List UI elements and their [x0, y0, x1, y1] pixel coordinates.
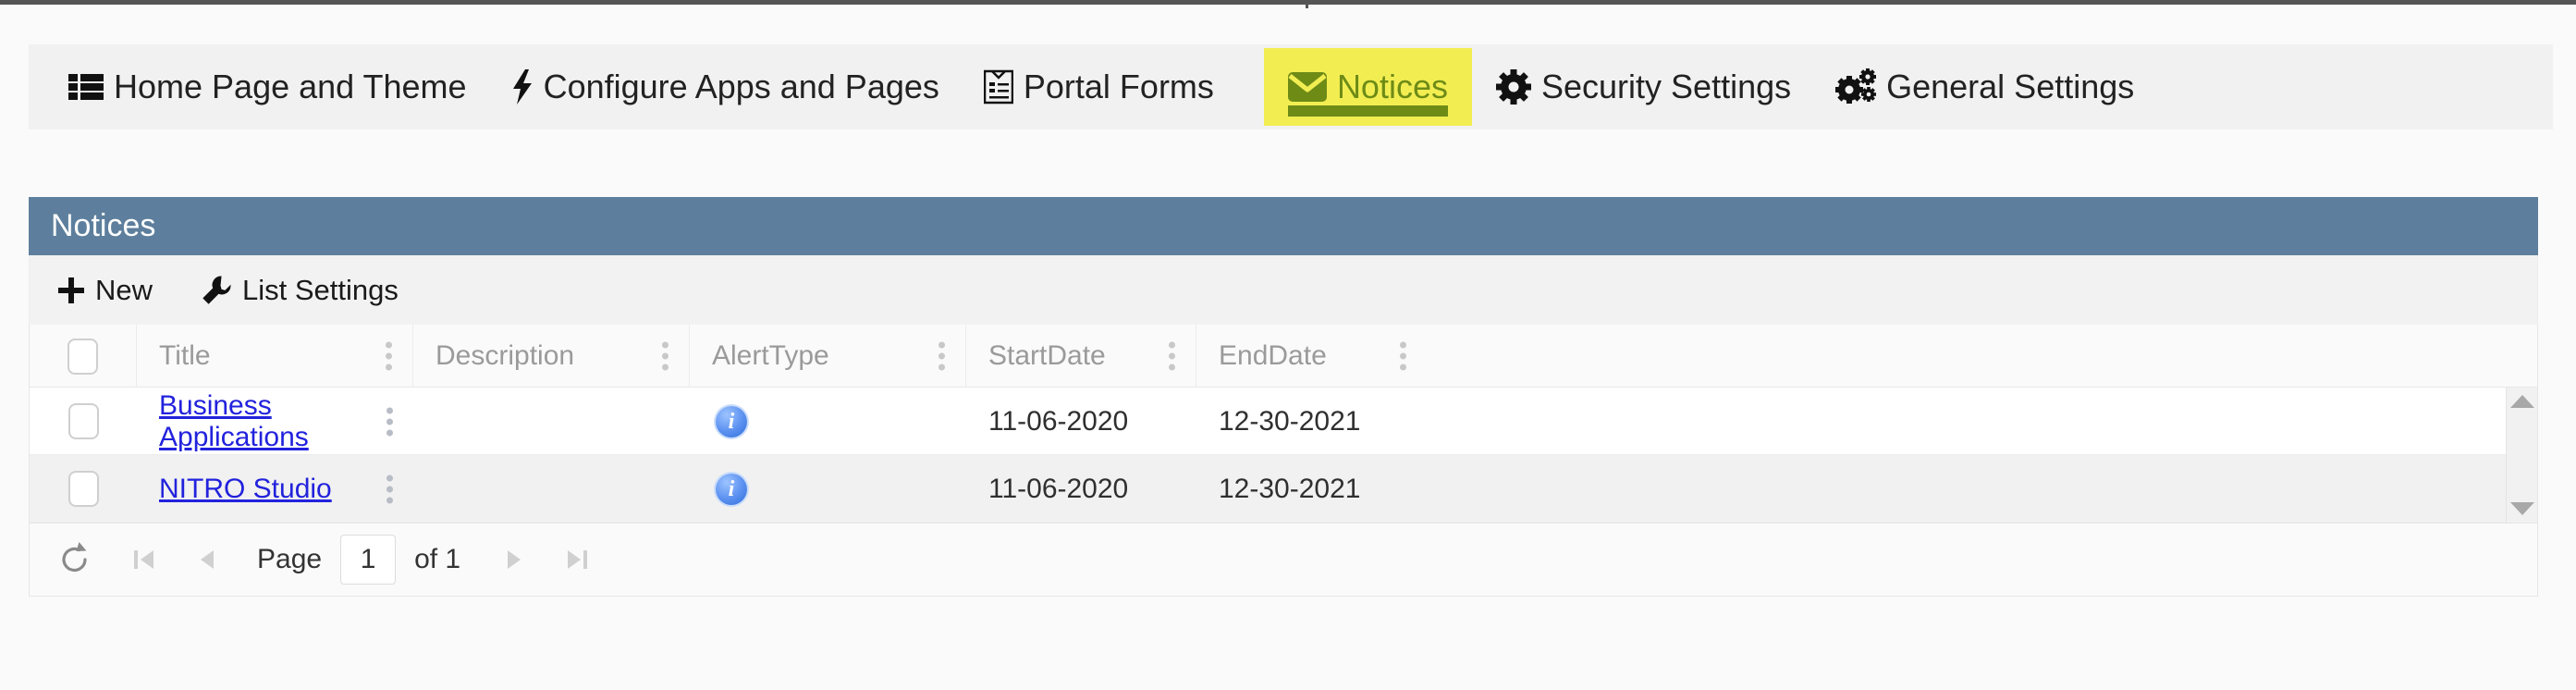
new-button[interactable]: New — [57, 274, 153, 307]
cell-startdate: 11-06-2020 — [966, 388, 1196, 455]
last-page-icon[interactable] — [564, 546, 590, 573]
column-header-enddate[interactable]: EndDate — [1196, 325, 1427, 388]
refresh-icon[interactable] — [57, 542, 92, 577]
page-number-input[interactable] — [340, 535, 397, 585]
startdate-value: 11-06-2020 — [988, 473, 1129, 504]
cell-startdate: 11-06-2020 — [966, 455, 1196, 523]
title-link[interactable]: NITRO Studio — [159, 474, 332, 505]
nav-item-label: Home Page and Theme — [114, 68, 467, 105]
form-clipboard-icon — [983, 69, 1013, 105]
row-select-cell[interactable] — [30, 388, 137, 455]
nav-item-home-page-and-theme[interactable]: Home Page and Theme — [68, 44, 467, 129]
list-toolbar: New List Settings — [29, 255, 2538, 325]
nav-item-notices[interactable]: Notices — [1263, 48, 1472, 126]
row-select-cell[interactable] — [30, 455, 137, 523]
column-menu-icon[interactable] — [1400, 341, 1406, 371]
column-header-title[interactable]: Title — [137, 325, 413, 388]
notices-panel: Notices New List Settings Title Descript… — [29, 197, 2538, 597]
column-header-startdate[interactable]: StartDate — [966, 325, 1196, 388]
startdate-value: 11-06-2020 — [988, 405, 1129, 437]
nav-item-label: Configure Apps and Pages — [543, 68, 939, 105]
column-header-alerttype[interactable]: AlertType — [690, 325, 966, 388]
next-page-icon[interactable] — [503, 546, 525, 573]
info-icon: i — [716, 405, 747, 437]
column-header-label: Description — [435, 340, 575, 371]
column-menu-icon[interactable] — [1169, 341, 1175, 371]
nav-item-label: Notices — [1336, 68, 1448, 105]
row-menu-icon[interactable] — [386, 407, 393, 436]
column-header-description[interactable]: Description — [413, 325, 690, 388]
column-header-label: EndDate — [1219, 340, 1327, 371]
column-header-label: Title — [159, 340, 211, 371]
scroll-down-icon[interactable] — [2509, 502, 2534, 515]
cell-description — [413, 455, 690, 523]
nav-item-general-settings[interactable]: General Settings — [1835, 44, 2134, 129]
row-checkbox[interactable] — [67, 403, 99, 439]
vertical-scrollbar[interactable] — [2506, 388, 2537, 523]
cell-enddate: 12-30-2021 — [1196, 455, 1427, 523]
cell-title[interactable]: NITRO Studio — [137, 455, 413, 523]
page-root: Home Page and Theme Configure Apps and P… — [0, 0, 2576, 690]
nav-active-underline — [1287, 105, 1448, 117]
list-grid-icon — [68, 73, 104, 101]
row-menu-icon[interactable] — [386, 474, 393, 503]
nav-item-label: Security Settings — [1540, 68, 1792, 105]
list-settings-button[interactable]: List Settings — [201, 274, 399, 307]
cell-alerttype: i — [690, 388, 966, 455]
row-checkbox[interactable] — [67, 471, 99, 507]
cell-alerttype: i — [690, 455, 966, 523]
enddate-value: 12-30-2021 — [1219, 473, 1361, 504]
column-menu-icon[interactable] — [938, 341, 945, 371]
nav-item-label: General Settings — [1886, 68, 2135, 105]
settings-navbar: Home Page and Theme Configure Apps and P… — [29, 44, 2553, 129]
lightning-bolt-icon — [511, 69, 534, 105]
grid-pager: Page of 1 — [29, 524, 2538, 597]
page-label: Page — [257, 544, 323, 574]
panel-title-bar: Notices — [29, 197, 2538, 255]
grid-header-row: Title Description AlertType StartDate En… — [30, 325, 2537, 388]
header-select-all[interactable] — [30, 325, 137, 388]
plus-icon — [57, 277, 85, 304]
info-icon: i — [716, 473, 747, 505]
gears-icon — [1835, 68, 1877, 105]
cell-enddate: 12-30-2021 — [1196, 388, 1427, 455]
new-button-label: New — [95, 273, 153, 306]
window-top-tick — [1306, 0, 1308, 8]
gear-icon — [1495, 69, 1531, 105]
nav-item-security-settings[interactable]: Security Settings — [1495, 44, 1792, 129]
envelope-icon — [1287, 72, 1327, 102]
column-header-label: AlertType — [712, 340, 829, 371]
column-menu-icon[interactable] — [662, 341, 669, 371]
page-total-label: of 1 — [414, 544, 461, 574]
nav-item-portal-forms[interactable]: Portal Forms — [983, 44, 1214, 129]
scroll-up-icon[interactable] — [2509, 395, 2534, 408]
title-link[interactable]: Business Applications — [159, 390, 413, 453]
page-title: Notices — [51, 208, 156, 243]
table-row[interactable]: Business Applications i 11-06-2020 12-30… — [30, 388, 2506, 455]
wrench-icon — [201, 275, 232, 306]
grid-body: Business Applications i 11-06-2020 12-30… — [30, 388, 2537, 523]
nav-item-label: Portal Forms — [1023, 68, 1214, 105]
first-page-icon[interactable] — [131, 546, 157, 573]
list-settings-label: List Settings — [242, 273, 399, 306]
previous-page-icon[interactable] — [196, 546, 218, 573]
notices-grid: Title Description AlertType StartDate En… — [29, 325, 2538, 524]
nav-item-configure-apps-and-pages[interactable]: Configure Apps and Pages — [511, 44, 939, 129]
grid-rows: Business Applications i 11-06-2020 12-30… — [30, 388, 2506, 523]
column-header-label: StartDate — [988, 340, 1106, 371]
enddate-value: 12-30-2021 — [1219, 405, 1361, 437]
column-menu-icon[interactable] — [386, 341, 392, 371]
table-row[interactable]: NITRO Studio i 11-06-2020 12-30-2021 — [30, 455, 2506, 523]
window-top-rule — [0, 0, 2576, 5]
select-all-checkbox[interactable] — [67, 338, 98, 375]
cell-title[interactable]: Business Applications — [137, 388, 413, 455]
cell-description — [413, 388, 690, 455]
